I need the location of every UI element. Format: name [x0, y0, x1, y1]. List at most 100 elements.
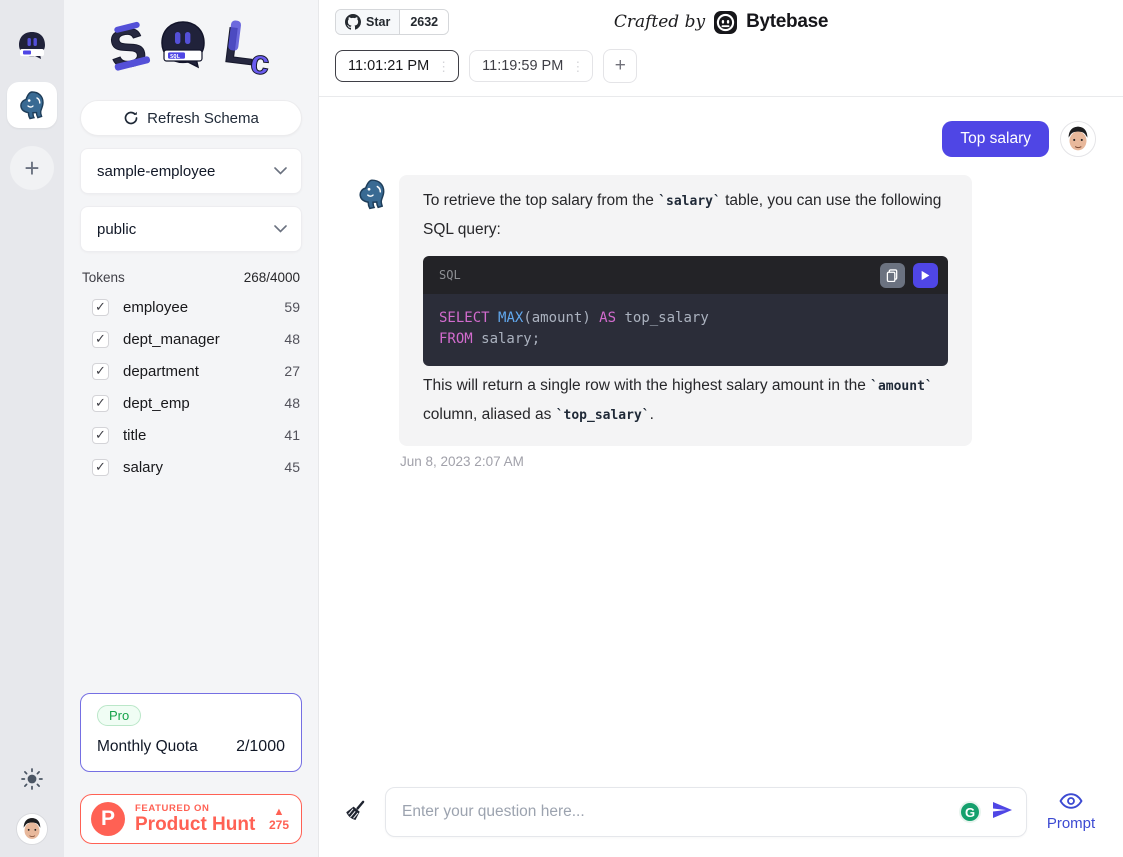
copy-code-button[interactable]: [880, 263, 905, 288]
table-name: employee: [123, 299, 284, 316]
prompt-button[interactable]: Prompt: [1043, 792, 1099, 832]
tab-menu-icon[interactable]: ⋮: [437, 60, 450, 73]
refresh-schema-button[interactable]: Refresh Schema: [80, 100, 302, 136]
code-language-label: SQL: [439, 261, 872, 289]
svg-text:c: c: [248, 43, 271, 83]
tab-conversation-2[interactable]: 11:19:59 PM ⋮: [469, 50, 593, 82]
table-row-department[interactable]: department 27: [80, 355, 302, 387]
theme-toggle-sun-icon[interactable]: [21, 768, 43, 795]
github-icon: [345, 14, 361, 30]
tokens-value: 268/4000: [244, 270, 300, 285]
inline-code: `salary`: [658, 194, 721, 209]
user-avatar: [1060, 121, 1096, 157]
clear-conversation-broom-icon[interactable]: [343, 797, 369, 828]
table-row-salary[interactable]: salary 45: [80, 451, 302, 483]
sqlchat-app: +: [0, 0, 1123, 857]
question-input-container: G: [385, 787, 1027, 837]
table-row-dept-manager[interactable]: dept_manager 48: [80, 323, 302, 355]
svg-text:SQL: SQL: [170, 54, 181, 60]
tab-menu-icon[interactable]: ⋮: [571, 60, 584, 73]
crafted-by-text: Crafted by: [614, 12, 705, 32]
table-name: title: [123, 427, 284, 444]
upvote-arrow-icon: ▲: [269, 807, 289, 818]
inline-code: `top_salary`: [556, 408, 650, 423]
message-input-bar: G Prompt: [319, 775, 1123, 857]
table-row-employee[interactable]: employee 59: [80, 291, 302, 323]
product-hunt-name: Product Hunt: [135, 814, 259, 835]
quota-value: 2/1000: [236, 738, 285, 756]
quota-label: Monthly Quota: [97, 738, 198, 756]
checkbox-checked[interactable]: [92, 331, 109, 348]
refresh-icon: [123, 110, 139, 126]
chevron-down-icon: [274, 225, 287, 233]
account-avatar[interactable]: [16, 813, 48, 845]
postgresql-icon: [16, 89, 48, 121]
clipboard-icon: [886, 269, 899, 282]
database-select-value: sample-employee: [97, 163, 215, 180]
bytebase-icon: [713, 10, 738, 35]
main-panel: Star 2632 Crafted by Bytebase 11:01:21 P…: [319, 0, 1123, 857]
table-token-count: 59: [284, 299, 300, 315]
table-token-count: 27: [284, 363, 300, 379]
question-input[interactable]: [386, 788, 1026, 836]
refresh-schema-label: Refresh Schema: [147, 110, 259, 127]
assistant-paragraph-2: This will return a single row with the h…: [423, 372, 948, 430]
table-row-title[interactable]: title 41: [80, 419, 302, 451]
checkbox-checked[interactable]: [92, 363, 109, 380]
prompt-label: Prompt: [1043, 815, 1099, 832]
table-row-dept-emp[interactable]: dept_emp 48: [80, 387, 302, 419]
database-select[interactable]: sample-employee: [80, 148, 302, 194]
message-timestamp: Jun 8, 2023 2:07 AM: [400, 454, 972, 469]
grammarly-icon[interactable]: G: [959, 801, 981, 823]
tab-conversation-1[interactable]: 11:01:21 PM ⋮: [335, 50, 459, 82]
star-label: Star: [366, 15, 390, 29]
assistant-message-bubble: To retrieve the top salary from the `sal…: [399, 175, 972, 446]
conversation-tabs: 11:01:21 PM ⋮ 11:19:59 PM ⋮ +: [319, 44, 1123, 97]
eye-icon: [1059, 792, 1083, 810]
play-icon: [920, 270, 931, 281]
table-name: dept_emp: [123, 395, 284, 412]
checkbox-checked[interactable]: [92, 395, 109, 412]
checkbox-checked[interactable]: [92, 459, 109, 476]
top-bar: Star 2632 Crafted by Bytebase: [319, 0, 1123, 44]
schema-select-value: public: [97, 221, 136, 238]
assistant-paragraph-1: To retrieve the top salary from the `sal…: [423, 187, 948, 244]
checkbox-checked[interactable]: [92, 427, 109, 444]
code-block-header: SQL: [423, 256, 948, 294]
table-name: salary: [123, 459, 284, 476]
product-hunt-badge[interactable]: P FEATURED ON Product Hunt ▲ 275: [80, 794, 302, 844]
schema-select[interactable]: public: [80, 206, 302, 252]
table-name: department: [123, 363, 284, 380]
connection-postgres[interactable]: [7, 82, 57, 128]
github-star-button[interactable]: Star 2632: [335, 9, 449, 35]
sqlchat-bot-icon[interactable]: [13, 28, 51, 66]
connection-rail: +: [0, 0, 64, 857]
user-message-bubble[interactable]: Top salary: [942, 121, 1049, 157]
add-connection-button[interactable]: +: [10, 146, 54, 190]
sql-code-block: SQL: [423, 256, 948, 366]
tab-label: 11:19:59 PM: [482, 58, 563, 74]
product-hunt-upvotes: ▲ 275: [269, 807, 289, 832]
table-token-count: 48: [284, 395, 300, 411]
sqlchat-logo: S SQL L c: [80, 10, 302, 88]
product-hunt-logo: P: [91, 802, 125, 836]
quota-card: Pro Monthly Quota 2/1000: [80, 693, 302, 772]
table-token-count: 45: [284, 459, 300, 475]
table-name: dept_manager: [123, 331, 284, 348]
send-icon: [990, 798, 1014, 822]
pro-badge: Pro: [97, 705, 141, 726]
checkbox-checked[interactable]: [92, 299, 109, 316]
bytebase-wordmark: Bytebase: [746, 11, 828, 33]
new-conversation-button[interactable]: +: [603, 49, 637, 83]
product-hunt-featured-label: FEATURED ON: [135, 803, 259, 814]
star-count: 2632: [400, 10, 448, 34]
assistant-postgres-avatar: [355, 177, 389, 211]
tokens-label: Tokens: [82, 270, 125, 285]
tokens-summary: Tokens 268/4000: [82, 270, 300, 285]
table-token-count: 48: [284, 331, 300, 347]
send-button[interactable]: [990, 798, 1014, 827]
table-token-count: 41: [284, 427, 300, 443]
run-query-button[interactable]: [913, 263, 938, 288]
tab-label: 11:01:21 PM: [348, 58, 429, 74]
code-block-body: SELECT MAX(amount) AS top_salary FROM sa…: [423, 294, 948, 366]
